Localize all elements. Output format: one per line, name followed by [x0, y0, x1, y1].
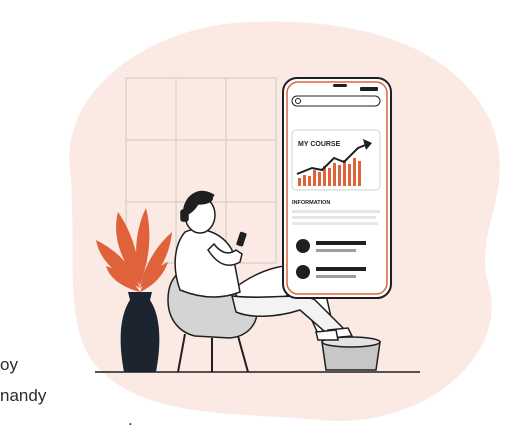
course-card-title: MY COURSE: [298, 141, 341, 148]
info-text-lines: [292, 210, 380, 225]
person-relaxing-illustration: MY COURSE INFORMATION: [69, 21, 500, 421]
information-label: INFORMATION: [292, 200, 330, 206]
large-phone-mockup: MY COURSE INFORMATION: [282, 77, 392, 299]
footstool-icon: [321, 336, 381, 371]
